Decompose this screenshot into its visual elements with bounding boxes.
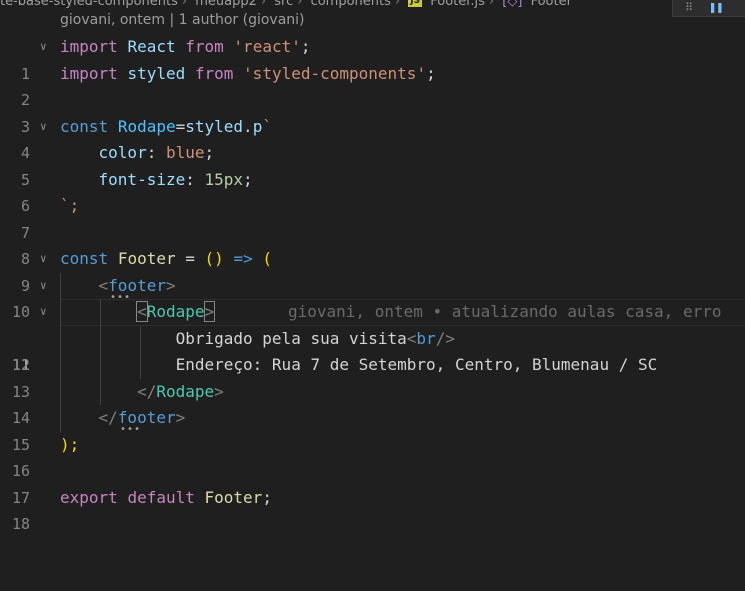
code-line: 18 export default Footer; bbox=[0, 485, 745, 534]
line-number: 18 bbox=[11, 515, 30, 533]
code-line: 3 bbox=[0, 87, 745, 136]
fold-chevron-icon[interactable]: ∨ bbox=[40, 273, 47, 300]
token: < bbox=[406, 328, 417, 348]
token: br bbox=[416, 328, 436, 348]
token: ; bbox=[204, 143, 215, 162]
token: import bbox=[60, 63, 118, 83]
token: Footer bbox=[117, 249, 176, 268]
code-editor[interactable]: 1 ∨ import React from 'react'; 2 import … bbox=[0, 34, 745, 534]
debug-toolbar: ⠿ ❚❚ bbox=[672, 0, 745, 17]
breadcrumb-item[interactable]: src bbox=[274, 0, 293, 9]
token: React bbox=[127, 37, 176, 56]
breadcrumb-separator-icon: › bbox=[488, 0, 495, 9]
token: Rodape bbox=[156, 381, 215, 401]
pause-icon[interactable]: ❚❚ bbox=[709, 0, 723, 14]
code-line: 12 Obrigado pela sua visita<br/> bbox=[0, 325, 745, 374]
fold-chevron-icon[interactable]: ∨ bbox=[40, 299, 47, 326]
token: ); bbox=[60, 434, 80, 454]
token: /> bbox=[435, 328, 455, 348]
token: > bbox=[165, 275, 176, 295]
token: > bbox=[203, 301, 216, 322]
token: . bbox=[243, 116, 253, 136]
token: ( bbox=[262, 249, 272, 268]
breadcrumb-separator-icon: › bbox=[181, 0, 188, 9]
token: font-size bbox=[98, 169, 186, 189]
code-line: 14 </Rodape> bbox=[0, 378, 745, 427]
token: </ bbox=[98, 408, 118, 427]
code-line: 9 ∨ const Footer = () => ( bbox=[0, 246, 745, 295]
symbol-method-icon: [◇] bbox=[502, 0, 523, 9]
code-line: 1 ∨ import React from 'react'; bbox=[0, 34, 745, 83]
code-line: 13 Endereço: Rua 7 de Setembro, Centro, … bbox=[0, 352, 745, 401]
token: styled bbox=[127, 63, 186, 83]
token: Footer bbox=[204, 487, 263, 507]
token: export bbox=[60, 487, 118, 507]
breadcrumb-separator-icon: › bbox=[260, 0, 267, 9]
breadcrumb-item[interactable]: Footer.js bbox=[430, 0, 485, 9]
inline-blame[interactable]: giovani, ontem • atualizando aulas casa,… bbox=[288, 299, 721, 326]
code-line: 6 font-size: 15px; bbox=[0, 167, 745, 216]
token: p bbox=[252, 116, 263, 136]
fold-chevron-icon[interactable]: ∨ bbox=[40, 246, 47, 273]
breadcrumb: te-base-styled-components › meuapp2 › src ›… bbox=[0, 0, 700, 12]
token: : bbox=[146, 143, 157, 162]
breadcrumb-item[interactable]: Footer bbox=[531, 0, 572, 9]
token: Obrigado pela sua visita bbox=[175, 328, 407, 348]
token: Rodape bbox=[146, 302, 205, 321]
code-line: 8 bbox=[0, 220, 745, 268]
token: from bbox=[194, 63, 234, 83]
code-line: 17 bbox=[0, 458, 745, 507]
code-line: 4 ∨ const Rodape=styled.p` bbox=[0, 114, 745, 163]
token: </ bbox=[137, 381, 157, 401]
fold-chevron-icon[interactable]: ∨ bbox=[40, 34, 47, 61]
token: < bbox=[98, 275, 109, 295]
token: ; bbox=[300, 37, 311, 56]
code-line: 7 `; bbox=[0, 193, 745, 242]
token: blue bbox=[165, 143, 205, 162]
token: import bbox=[60, 37, 118, 56]
token: ; bbox=[243, 169, 253, 189]
token: ( bbox=[204, 249, 215, 268]
code-line: 15 </footer> ••• bbox=[0, 405, 745, 454]
token: > bbox=[175, 408, 186, 427]
token: : bbox=[185, 169, 195, 189]
token: color bbox=[98, 143, 147, 162]
breadcrumb-separator-icon: › bbox=[394, 0, 401, 9]
code-line: 16 ); bbox=[0, 432, 745, 481]
codelens-blame[interactable]: giovani, ontem | 1 author (giovani) bbox=[60, 12, 305, 28]
fold-chevron-icon[interactable]: ∨ bbox=[40, 114, 47, 141]
token: = bbox=[175, 116, 186, 136]
js-file-icon: JS bbox=[408, 0, 423, 7]
token: ; bbox=[262, 487, 272, 507]
token: < bbox=[136, 301, 148, 322]
token: styled bbox=[185, 116, 244, 136]
token: => bbox=[233, 249, 253, 268]
breadcrumb-item[interactable]: components bbox=[311, 0, 391, 9]
code-line: 5 color: blue; bbox=[0, 140, 745, 189]
breadcrumb-separator-icon: › bbox=[297, 0, 303, 9]
token: default bbox=[127, 487, 195, 507]
token: 'react' bbox=[233, 37, 301, 56]
token: Rodape bbox=[117, 116, 176, 136]
drag-handle-icon[interactable]: ⠿ bbox=[685, 1, 693, 14]
token: Endereço: Rua 7 de Setembro, Centro, Blu… bbox=[175, 355, 658, 374]
token: ` bbox=[262, 116, 272, 136]
token: ; bbox=[426, 63, 436, 83]
token: const bbox=[60, 116, 109, 136]
token: const bbox=[60, 249, 109, 268]
code-line-active: 11 ∨ <Rodape> giovani, ontem • atualizan… bbox=[0, 299, 745, 374]
breadcrumb-item[interactable]: te-base-styled-components bbox=[0, 0, 178, 9]
token: = bbox=[175, 249, 205, 268]
token: from bbox=[185, 37, 224, 56]
token: > bbox=[214, 381, 224, 401]
token: 15px bbox=[204, 169, 244, 189]
code-line: 2 import styled from 'styled-components'… bbox=[0, 61, 745, 110]
code-line: 10 ∨ <footer> ••• bbox=[0, 272, 745, 321]
token: 'styled-components' bbox=[243, 63, 427, 83]
token: `; bbox=[60, 196, 80, 215]
token: ) bbox=[214, 249, 224, 268]
breadcrumb-item[interactable]: meuapp2 bbox=[195, 0, 257, 9]
